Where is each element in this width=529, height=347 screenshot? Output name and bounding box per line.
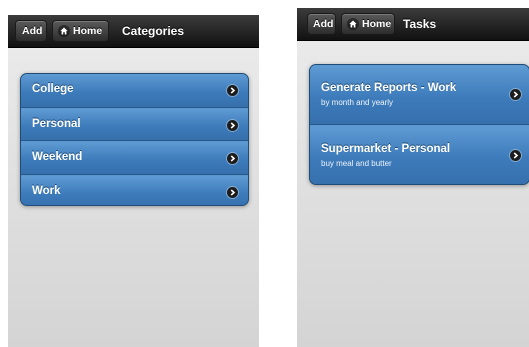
list-item-title: Generate Reports - Work xyxy=(321,82,457,94)
chevron-right-icon xyxy=(227,186,238,198)
task-list: Generate Reports - Work by month and yea… xyxy=(309,64,529,185)
list-item-college[interactable]: College xyxy=(21,74,248,108)
chevron-right-icon xyxy=(227,119,238,131)
list-item-subtitle: by month and yearly xyxy=(321,98,394,107)
home-button-label: Home xyxy=(362,18,392,30)
list-item-weekend[interactable]: Weekend xyxy=(21,141,248,175)
page-title: Categories xyxy=(122,24,185,38)
list-item-generate-reports[interactable]: Generate Reports - Work by month and yea… xyxy=(310,65,529,125)
add-button[interactable]: Add xyxy=(15,20,47,42)
chevron-right-icon xyxy=(510,89,521,100)
list-item-work[interactable]: Work xyxy=(21,174,248,205)
list-item-subtitle: buy meal and butter xyxy=(321,159,392,168)
add-button[interactable]: Add xyxy=(307,13,336,35)
add-button-label: Add xyxy=(313,18,334,30)
header-bar: Add Home Categories xyxy=(8,15,259,48)
category-list: College Personal Weekend Work xyxy=(20,73,249,206)
home-button[interactable]: Home xyxy=(52,20,109,42)
categories-screen: Add Home Categories College Personal Wee… xyxy=(8,15,259,347)
chevron-right-icon xyxy=(227,153,238,164)
list-item-title: Work xyxy=(32,184,61,197)
header-bar: Add Home Tasks xyxy=(297,8,529,41)
list-item-title: Personal xyxy=(32,117,81,130)
page-title: Tasks xyxy=(403,17,437,31)
list-item-title: College xyxy=(32,83,74,95)
list-item-title: Supermarket - Personal xyxy=(321,143,451,155)
list-item-supermarket[interactable]: Supermarket - Personal buy meal and butt… xyxy=(310,125,529,184)
home-button[interactable]: Home xyxy=(341,13,395,35)
add-button-label: Add xyxy=(22,25,43,37)
home-icon xyxy=(347,18,359,30)
list-item-personal[interactable]: Personal xyxy=(21,107,248,141)
chevron-right-icon xyxy=(510,150,521,161)
list-item-title: Weekend xyxy=(32,151,83,163)
home-icon xyxy=(58,25,70,37)
tasks-screen: Add Home Tasks Generate Reports - Work b… xyxy=(297,8,529,347)
chevron-right-icon xyxy=(227,85,238,96)
home-button-label: Home xyxy=(73,25,103,37)
